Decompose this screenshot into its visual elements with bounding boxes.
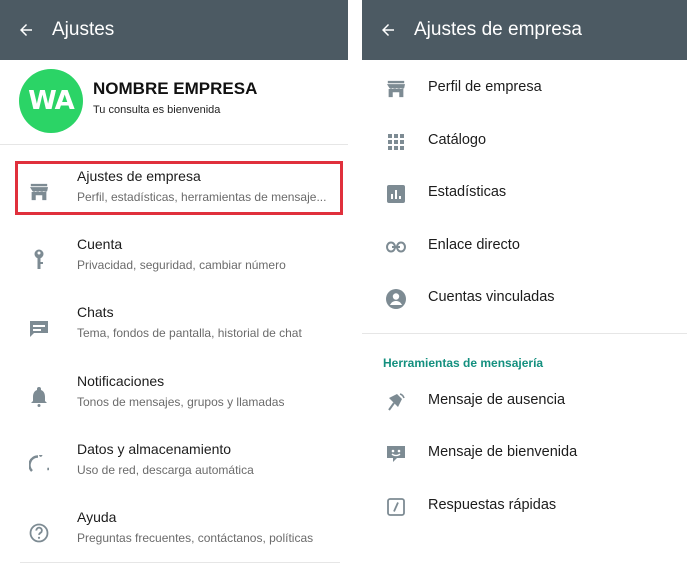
quick-reply-icon xyxy=(384,495,408,519)
business-item-direct-link[interactable]: Enlace directo xyxy=(362,221,687,273)
settings-screen: Ajustes WA NOMBRE EMPRESA Tu consulta es… xyxy=(0,0,348,567)
settings-item-account[interactable]: Cuenta Privacidad, seguridad, cambiar nú… xyxy=(0,229,348,287)
arrow-back-icon xyxy=(20,24,32,36)
key-icon xyxy=(28,249,50,271)
back-button[interactable] xyxy=(0,21,52,39)
settings-item-data[interactable]: Datos y almacenamiento Uso de red, desca… xyxy=(0,434,348,492)
tool-item-away-message[interactable]: Mensaje de ausencia xyxy=(362,376,687,428)
tool-item-greeting-message[interactable]: Mensaje de bienvenida xyxy=(362,428,687,480)
divider xyxy=(362,333,687,334)
tool-item-quick-replies[interactable]: Respuestas rápidas xyxy=(362,481,687,533)
avatar-text: WA xyxy=(28,86,75,116)
item-label: Catálogo xyxy=(428,132,487,148)
section-title: Herramientas de mensajería xyxy=(383,356,544,370)
app-bar: Ajustes xyxy=(0,0,348,60)
business-item-catalog[interactable]: Catálogo xyxy=(362,116,687,168)
item-label: Mensaje de bienvenida xyxy=(428,444,578,460)
data-usage-icon xyxy=(28,454,50,476)
item-title: Datos y almacenamiento xyxy=(77,441,232,457)
business-item-linked-accounts[interactable]: Cuentas vinculadas xyxy=(362,273,687,325)
item-title: Ayuda xyxy=(77,509,117,525)
item-subtitle: Uso de red, descarga automática xyxy=(77,463,254,477)
arrow-back-icon xyxy=(382,24,394,36)
avatar: WA xyxy=(19,69,83,133)
grid-icon xyxy=(384,130,408,154)
business-item-statistics[interactable]: Estadísticas xyxy=(362,168,687,220)
divider xyxy=(20,562,340,563)
item-label: Perfil de empresa xyxy=(428,79,542,95)
item-subtitle: Privacidad, seguridad, cambiar número xyxy=(77,258,286,272)
settings-item-notifications[interactable]: Notificaciones Tonos de mensajes, grupos… xyxy=(0,366,348,424)
item-subtitle: Tema, fondos de pantalla, historial de c… xyxy=(77,326,302,340)
business-item-profile[interactable]: Perfil de empresa xyxy=(362,63,687,115)
settings-item-help[interactable]: Ayuda Preguntas frecuentes, contáctanos,… xyxy=(0,502,348,560)
settings-item-chats[interactable]: Chats Tema, fondos de pantalla, historia… xyxy=(0,297,348,355)
item-title: Notificaciones xyxy=(77,373,165,389)
back-button[interactable] xyxy=(362,21,414,39)
away-icon xyxy=(384,390,408,414)
chat-icon xyxy=(28,317,50,339)
store-icon xyxy=(384,77,408,101)
item-label: Respuestas rápidas xyxy=(428,497,557,513)
highlight-frame xyxy=(15,161,343,215)
item-subtitle: Preguntas frecuentes, contáctanos, polít… xyxy=(77,531,314,545)
item-label: Estadísticas xyxy=(428,184,507,200)
bell-icon xyxy=(28,386,50,408)
item-subtitle: Tonos de mensajes, grupos y llamadas xyxy=(77,395,285,409)
account-circle-icon xyxy=(384,287,408,311)
link-icon xyxy=(384,235,408,259)
item-title: Chats xyxy=(77,304,114,320)
item-label: Mensaje de ausencia xyxy=(428,392,566,408)
item-label: Cuentas vinculadas xyxy=(428,289,555,305)
page-title: Ajustes de empresa xyxy=(414,19,582,40)
app-bar: Ajustes de empresa xyxy=(362,0,687,60)
business-settings-screen: Ajustes de empresa Perfil de empresa Cat… xyxy=(362,0,687,567)
greeting-icon xyxy=(384,442,408,466)
bar-chart-icon xyxy=(384,182,408,206)
profile-row[interactable]: WA NOMBRE EMPRESA Tu consulta es bienven… xyxy=(0,60,348,145)
item-title: Cuenta xyxy=(77,236,123,252)
profile-name: NOMBRE EMPRESA xyxy=(93,79,258,98)
profile-status: Tu consulta es bienvenida xyxy=(93,104,221,116)
help-icon xyxy=(28,522,50,544)
item-label: Enlace directo xyxy=(428,237,520,253)
page-title: Ajustes xyxy=(52,19,115,40)
